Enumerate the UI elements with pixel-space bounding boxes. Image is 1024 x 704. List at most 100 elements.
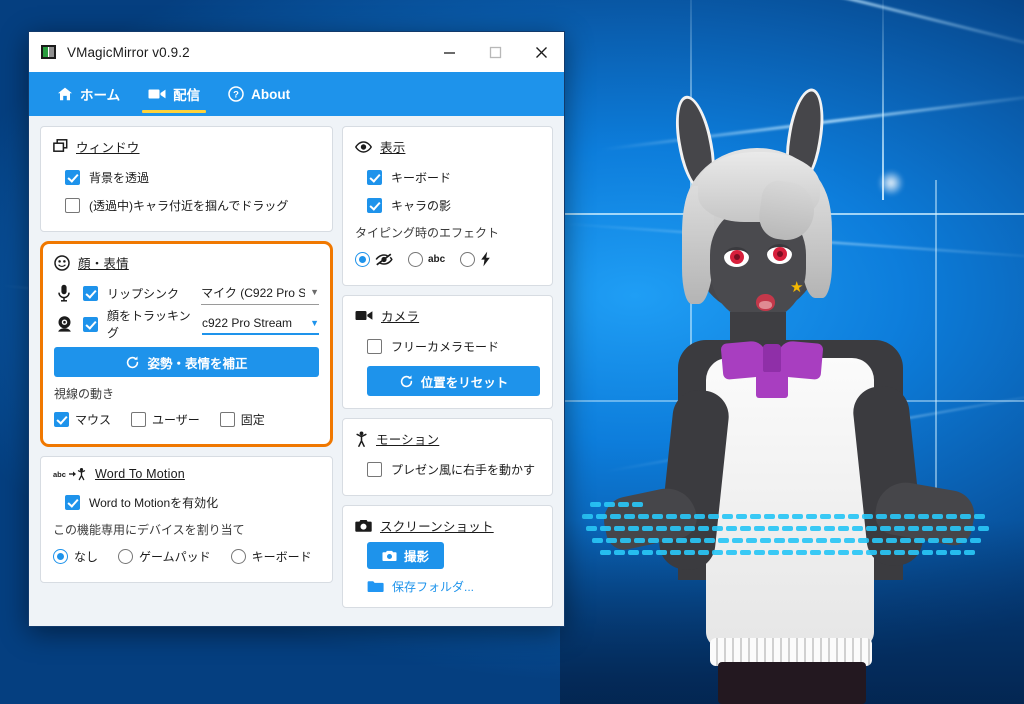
tab-about[interactable]: ? About [214,72,304,116]
drag-character-label: (透過中)キャラ付近を掴んでドラッグ [89,198,289,213]
wtm-enable-row[interactable]: Word to Motionを有効化 [53,488,320,516]
minimize-button[interactable] [426,32,472,72]
typing-text-radio[interactable] [408,251,423,267]
wtm-card-title: Word To Motion [95,467,185,481]
wtm-none-label: なし [74,549,99,564]
wtm-keyboard-radio[interactable] [230,548,246,564]
gaze-mouse-checkbox[interactable] [54,411,69,427]
close-button[interactable] [518,32,564,72]
typing-none-radio[interactable] [355,251,370,267]
wtm-card-header: abc Word To Motion [53,467,320,481]
show-shadow-row[interactable]: キャラの影 [355,191,540,219]
lightning-bolt-icon [480,251,491,267]
capture-button[interactable]: 撮影 [367,542,445,569]
lipsync-row: リップシンク マイク (C922 Pro S ▼ [54,279,319,307]
free-camera-row[interactable]: フリーカメラモード [355,332,540,360]
svg-text:abc: abc [53,470,66,479]
tab-home[interactable]: ホーム [43,72,134,116]
camera-device-dropdown[interactable]: c922 Pro Stream ▼ [202,314,319,335]
camera-card-header: カメラ [355,306,540,325]
app-logo-icon [41,45,56,59]
typing-bolt-radio[interactable] [460,251,476,267]
lipsync-checkbox[interactable] [83,285,98,301]
transparent-bg-label: 背景を透過 [89,170,150,185]
eye-icon [355,140,372,153]
drag-character-checkbox[interactable] [65,197,80,213]
word-to-motion-card: abc Word To Motion Word to Motionを有効化 この… [40,456,333,583]
window-card-header: ウィンドウ [53,137,320,156]
typing-effect-text[interactable]: abc [408,251,445,267]
show-shadow-checkbox[interactable] [367,197,382,213]
gaze-option-mouse[interactable]: マウス [54,411,111,428]
avatar-character: ★ [560,85,1024,704]
left-settings-column: ウィンドウ 背景を透過 (透過中)キャラ付近を掴んでドラッグ 顔・表情 リップシ… [40,126,333,583]
tab-haishin[interactable]: 配信 [134,72,214,116]
wtm-device-none[interactable]: なし [53,548,98,565]
main-tab-bar: ホーム 配信 ? About [29,72,564,116]
save-folder-link[interactable]: 保存フォルダ... [355,578,540,595]
display-settings-card: 表示 キーボード キャラの影 タイピング時のエフェクト abc [342,126,553,286]
video-camera-icon [148,87,166,101]
person-icon [355,431,368,447]
presentation-motion-row[interactable]: プレゼン風に右手を動かす [355,455,540,483]
wtm-gamepad-radio[interactable] [118,548,134,564]
capture-button-label: 撮影 [404,550,430,564]
save-folder-label: 保存フォルダ... [392,580,475,594]
gaze-fixed-label: 固定 [240,412,265,427]
wtm-device-label: この機能専用にデバイスを割り当て [53,523,245,537]
chevron-down-icon: ▼ [310,317,319,328]
window-controls [426,32,564,72]
transparent-bg-checkbox[interactable] [65,169,80,185]
free-camera-label: フリーカメラモード [391,339,500,354]
camera-settings-card: カメラ フリーカメラモード 位置をリセット [342,295,553,409]
reset-position-button[interactable]: 位置をリセット [367,366,540,396]
display-card-header: 表示 [355,137,540,156]
tab-haishin-label: 配信 [173,88,201,103]
gaze-option-fixed[interactable]: 固定 [219,411,265,428]
calibrate-button[interactable]: 姿勢・表情を補正 [54,347,319,377]
typing-effect-none[interactable] [355,251,393,267]
calibrate-button-label: 姿勢・表情を補正 [147,356,248,371]
microphone-device-dropdown[interactable]: マイク (C922 Pro S ▼ [201,282,319,305]
settings-content: ウィンドウ 背景を透過 (透過中)キャラ付近を掴んでドラッグ 顔・表情 リップシ… [29,116,564,626]
face-icon [54,254,70,271]
wtm-none-radio[interactable] [53,548,68,564]
motion-card-header: モーション [355,429,540,448]
typing-effect-label: タイピング時のエフェクト [355,226,500,240]
gaze-user-label: ユーザー [152,412,200,427]
folder-icon [367,580,384,593]
wtm-device-gamepad[interactable]: ゲームパッド [118,548,211,565]
gaze-option-user[interactable]: ユーザー [131,411,200,428]
wtm-device-keyboard[interactable]: キーボード [230,548,312,565]
lipsync-label: リップシンク [107,286,180,301]
typing-effect-bolt[interactable] [460,251,491,267]
windows-overlap-icon [53,139,68,154]
transparent-bg-row[interactable]: 背景を透過 [53,163,320,191]
window-title: VMagicMirror v0.9.2 [67,44,190,60]
face-expression-card: 顔・表情 リップシンク マイク (C922 Pro S ▼ 顔をトラッキング c… [40,241,333,447]
gaze-user-checkbox[interactable] [131,411,147,427]
reset-position-label: 位置をリセット [420,375,509,390]
title-bar[interactable]: VMagicMirror v0.9.2 [29,32,564,72]
wtm-keyboard-label: キーボード [251,549,312,564]
display-card-title: 表示 [380,141,406,155]
drag-character-row[interactable]: (透過中)キャラ付近を掴んでドラッグ [53,191,320,219]
maximize-button[interactable] [472,32,518,72]
gaze-fixed-checkbox[interactable] [219,411,235,427]
tab-about-label: About [251,86,291,102]
abc-text-icon: abc [428,254,445,265]
free-camera-checkbox[interactable] [367,338,382,354]
right-settings-column: 表示 キーボード キャラの影 タイピング時のエフェクト abc カメラ フリーカ… [342,126,553,608]
microphone-icon [54,284,74,302]
tab-home-label: ホーム [80,88,121,103]
wtm-enable-checkbox[interactable] [65,494,80,510]
question-circle-icon: ? [228,86,244,102]
face-card-header: 顔・表情 [54,253,319,272]
show-keyboard-row[interactable]: キーボード [355,163,540,191]
facetrack-checkbox[interactable] [83,316,98,332]
wtm-device-options: なし ゲームパッド キーボード [53,542,320,570]
camera-icon [355,519,372,533]
abc-text-label: abc [428,253,446,265]
show-keyboard-checkbox[interactable] [367,169,382,185]
presentation-motion-checkbox[interactable] [367,461,382,477]
